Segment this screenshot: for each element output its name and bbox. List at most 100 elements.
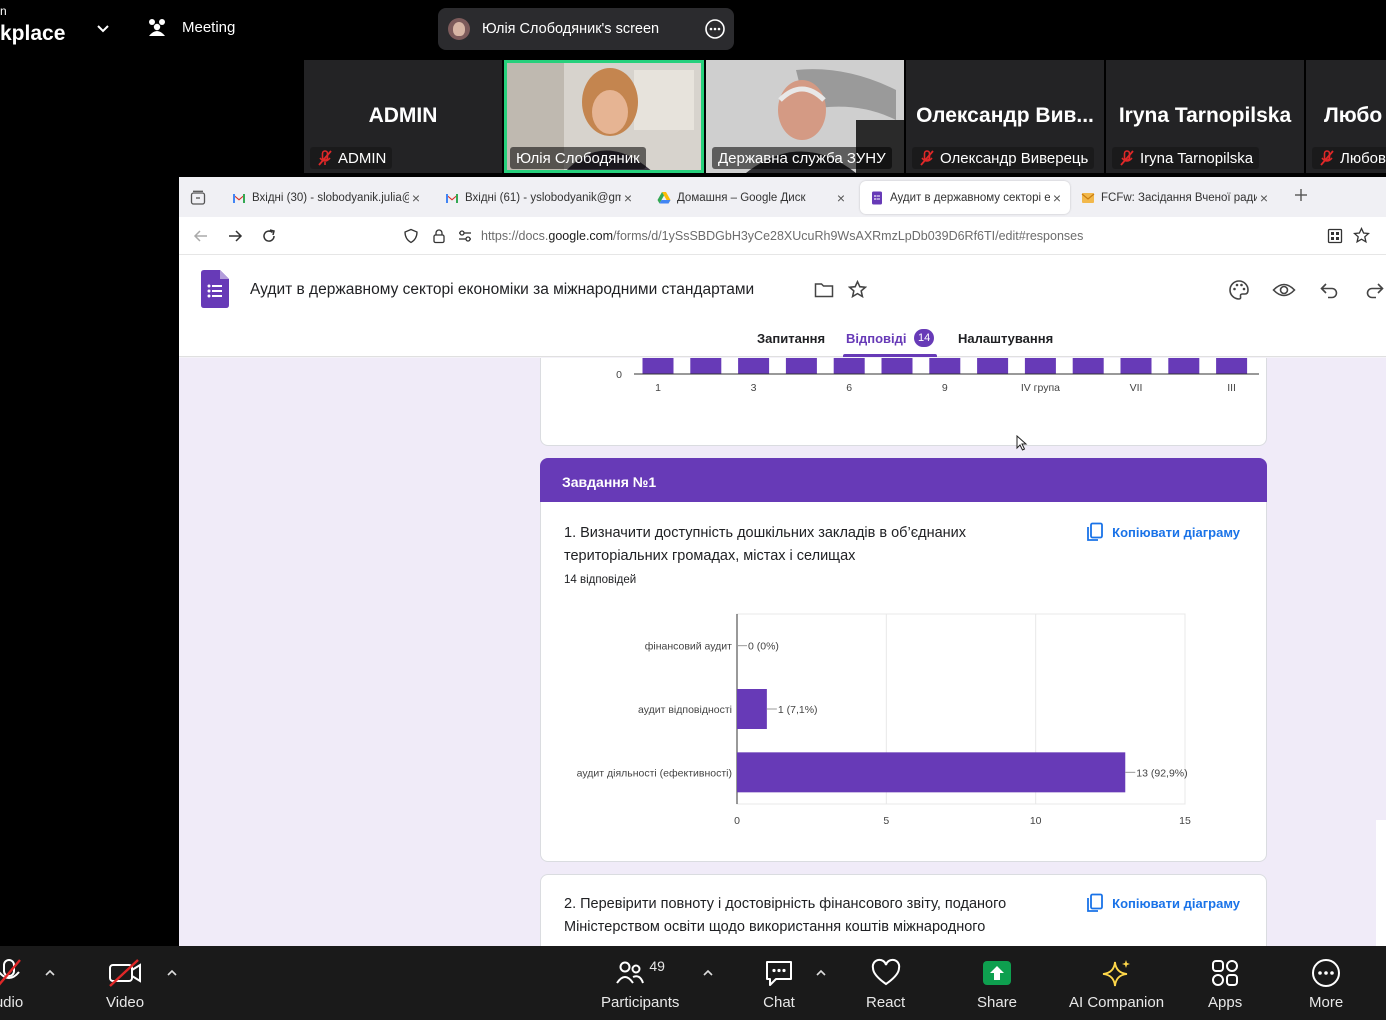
x-tick-label: IV група [1021, 382, 1060, 394]
more-button[interactable]: More [1309, 958, 1343, 1011]
chevron-down-icon[interactable] [96, 22, 110, 36]
google-forms-logo-icon[interactable] [201, 270, 229, 308]
new-tab-icon[interactable] [1293, 187, 1309, 203]
browser-tab[interactable]: FCFw: Засідання Вченої ради е × [1071, 181, 1271, 214]
participants-button[interactable]: 49 Participants [601, 958, 679, 1011]
chevron-up-icon[interactable] [44, 968, 56, 978]
bar [1024, 358, 1056, 374]
participant-name: Юлія Слободяник [516, 149, 640, 167]
chevron-up-icon[interactable] [702, 968, 714, 978]
bar [785, 358, 817, 374]
tab-questions[interactable]: Запитання [757, 331, 825, 346]
reload-icon[interactable] [261, 228, 277, 244]
chevron-up-icon[interactable] [166, 968, 178, 978]
active-tab-indicator [843, 354, 937, 357]
apps-icon [1209, 958, 1241, 988]
close-icon[interactable]: × [834, 190, 848, 206]
chevron-up-icon[interactable] [815, 968, 827, 978]
star-icon[interactable] [848, 280, 867, 299]
mic-muted-icon [1118, 149, 1136, 167]
url-prefix: https://docs. [481, 229, 549, 243]
permissions-icon[interactable] [457, 228, 473, 244]
apps-button[interactable]: Apps [1208, 958, 1242, 1011]
back-icon[interactable] [193, 228, 209, 244]
screen-share-indicator[interactable]: Юлія Слободяник's screen [438, 8, 734, 50]
horizontal-bar-chart: 0 5 10 15 фінансовий аудит 0 (0%) аудит відпов… [577, 613, 1191, 827]
participant-tile[interactable]: Олександр Вив... Олександр Виверець [906, 60, 1104, 173]
bar [977, 358, 1009, 374]
close-icon[interactable]: × [409, 190, 423, 206]
participant-video-tile[interactable]: Юлія Слободяник [504, 60, 704, 173]
participant-name: ADMIN [338, 149, 387, 167]
x-tick-label: VII [1130, 382, 1143, 394]
share-pill-text: Юлія Слободяник's screen [482, 21, 660, 37]
data-label: 13 (92,9%) [1136, 767, 1187, 779]
tab-settings[interactable]: Налаштування [958, 331, 1053, 346]
bar [738, 358, 770, 374]
app-brand: kplace [0, 22, 66, 45]
audio-label: udio [0, 994, 24, 1011]
video-button[interactable]: Video [106, 958, 144, 1011]
shield-icon[interactable] [403, 228, 419, 244]
redo-icon[interactable] [1365, 280, 1385, 300]
x-tick-label: 6 [846, 382, 852, 394]
preview-eye-icon[interactable] [1272, 280, 1296, 300]
undo-icon[interactable] [1319, 280, 1339, 300]
y-tick-label: 0 [616, 369, 622, 381]
tab-responses[interactable]: Відповіді [846, 331, 907, 346]
participant-tile[interactable]: Любо Любов [1306, 60, 1386, 173]
forward-icon[interactable] [227, 228, 243, 244]
react-button[interactable]: React [866, 958, 905, 1011]
browser-tab[interactable]: Домашня – Google Диск × [647, 181, 848, 214]
question-summary-card: 0 1 3 6 9 IV група VII III [540, 358, 1267, 446]
data-label: 1 (7,1%) [778, 704, 818, 716]
participant-name-label: Олександр Виверець [912, 147, 1095, 169]
participant-name-label: Державна служба ЗУНУ [712, 147, 892, 169]
participant-tile[interactable]: ADMIN ADMIN [304, 60, 502, 173]
participant-video-tile[interactable]: Державна служба ЗУНУ [706, 60, 904, 173]
browser-tab[interactable]: Вхідні (30) - slobodyanik.julia@ × [222, 181, 423, 214]
gmail-icon [446, 193, 458, 203]
bar [1216, 358, 1248, 374]
ai-companion-button[interactable]: AI Companion [1069, 958, 1164, 1011]
folder-icon[interactable] [814, 281, 834, 299]
copy-chart-button[interactable]: Копіювати діаграму [1086, 522, 1240, 542]
ai-companion-label: AI Companion [1069, 994, 1165, 1011]
meeting-button[interactable]: Meeting [146, 16, 235, 38]
participants-icon [615, 958, 645, 988]
x-tick-label: 9 [942, 382, 948, 394]
share-button[interactable]: Share [977, 958, 1017, 1011]
browser-tab[interactable]: Вхідні (61) - yslobodyanik@gm × [435, 181, 635, 214]
bookmark-star-icon[interactable] [1353, 227, 1370, 244]
participant-name-label: Любов [1312, 147, 1386, 169]
palette-icon[interactable] [1228, 279, 1250, 301]
form-title[interactable]: Аудит в державному секторі економіки за … [250, 281, 806, 299]
x-tick-label: 1 [655, 382, 661, 394]
audio-button[interactable]: udio [0, 958, 26, 1011]
window-edge [1376, 820, 1386, 946]
forms-header: Аудит в державному секторі економіки за … [179, 255, 1386, 357]
qr-code-icon[interactable] [1327, 228, 1343, 244]
participant-name-label: Юлія Слободяник [510, 147, 646, 169]
bar [642, 358, 674, 374]
close-icon[interactable]: × [621, 190, 635, 206]
browser-tab-active[interactable]: Аудит в державному секторі е × [860, 181, 1070, 214]
bar [690, 358, 722, 374]
participant-name: Державна служба ЗУНУ [718, 149, 886, 167]
url-domain: google.com [548, 229, 614, 243]
more-icon [1310, 958, 1342, 988]
participants-label: Participants [601, 994, 680, 1011]
address-bar[interactable]: https://docs.google.com/forms/d/1ySsSBDG… [481, 229, 1083, 243]
more-options-icon[interactable] [704, 18, 726, 40]
close-icon[interactable]: × [1050, 190, 1064, 206]
participant-name-label: Iryna Tarnopilska [1112, 147, 1260, 169]
drive-icon [657, 191, 671, 203]
tab-overview-icon[interactable] [190, 190, 206, 206]
participant-tile[interactable]: Iryna Tarnopilska Iryna Tarnopilska [1106, 60, 1304, 173]
mic-muted-icon [0, 958, 26, 988]
lock-icon[interactable] [431, 228, 447, 244]
chat-button[interactable]: Chat [763, 958, 795, 1011]
tab-title: FCFw: Засідання Вченої ради е [1101, 191, 1257, 204]
close-icon[interactable]: × [1257, 190, 1271, 206]
copy-chart-button[interactable]: Копіювати діаграму [1086, 893, 1240, 913]
